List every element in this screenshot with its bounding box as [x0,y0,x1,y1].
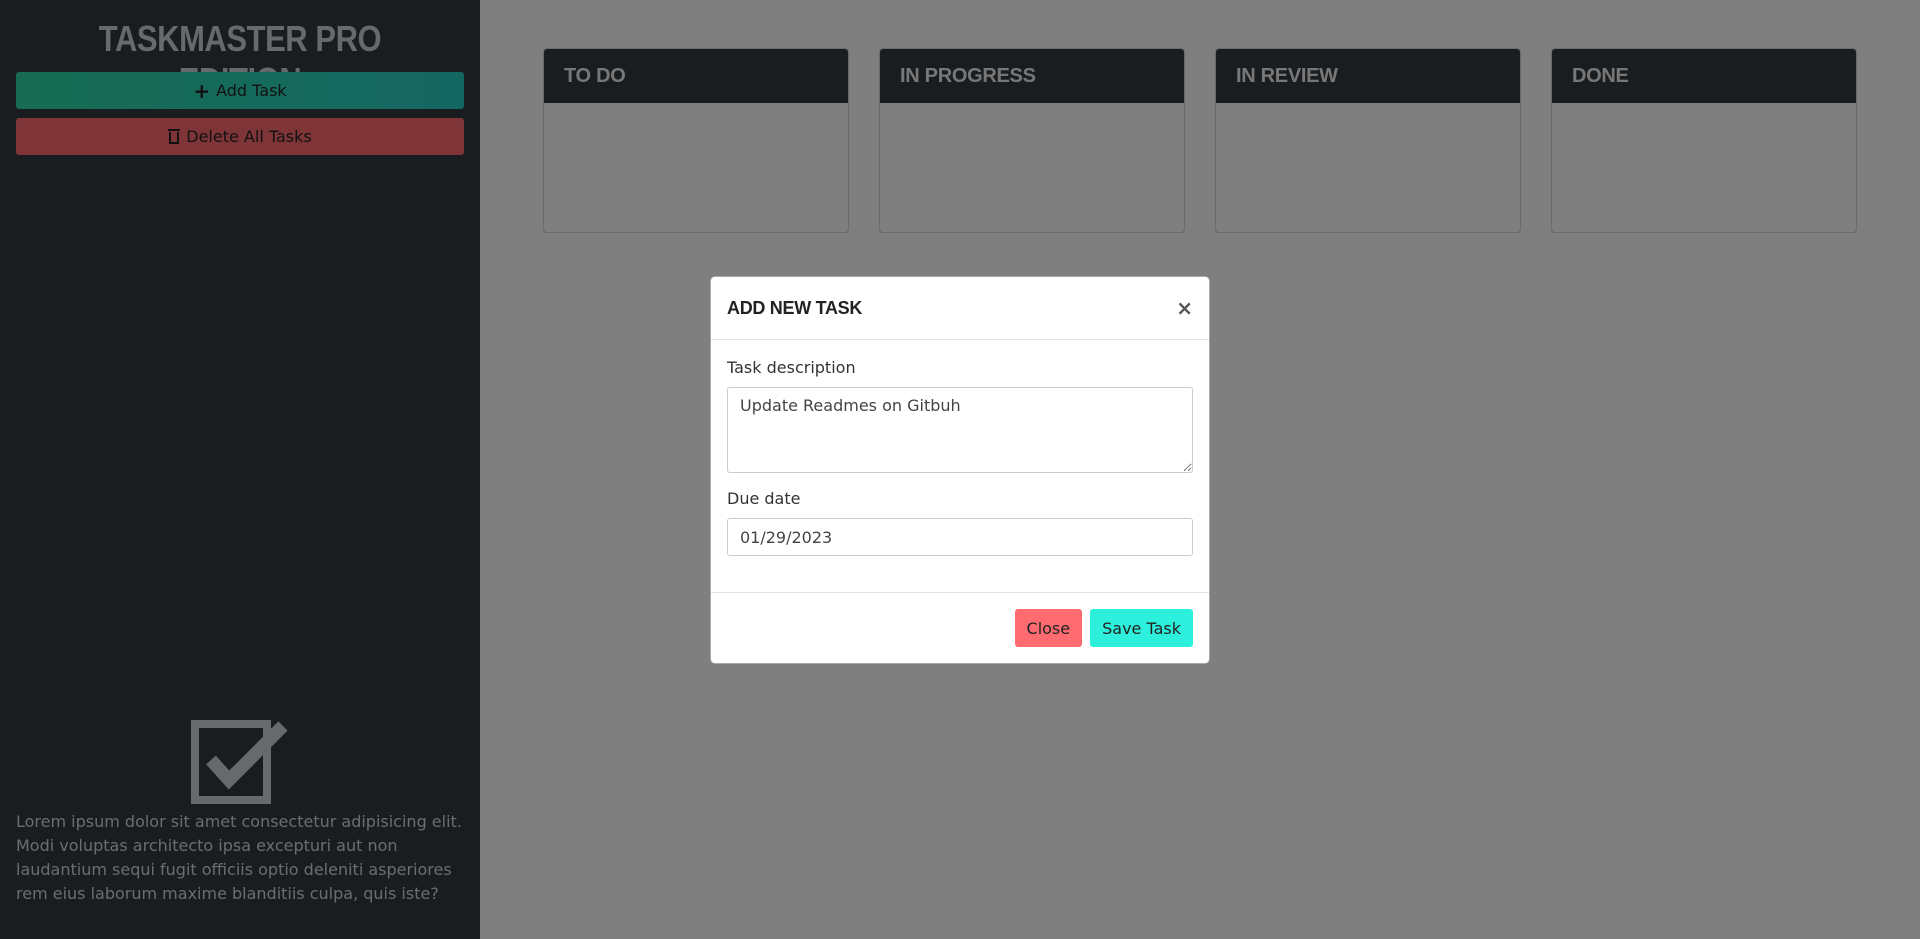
modal-title: ADD NEW TASK [727,297,863,318]
close-button[interactable]: Close [1014,609,1083,647]
close-icon[interactable]: × [1176,296,1193,320]
modal-footer: Close Save Task [711,592,1209,663]
due-date-label: Due date [727,489,801,508]
task-description-field[interactable]: Update Readmes on Gitbuh [727,387,1193,473]
task-description-label: Task description [727,358,856,377]
modal-body: Task description Update Readmes on Gitbu… [711,340,1209,556]
due-date-field[interactable] [727,518,1193,556]
add-task-modal: ADD NEW TASK × Task description Update R… [710,276,1210,664]
modal-header: ADD NEW TASK × [711,277,1209,340]
save-task-button[interactable]: Save Task [1090,609,1193,647]
